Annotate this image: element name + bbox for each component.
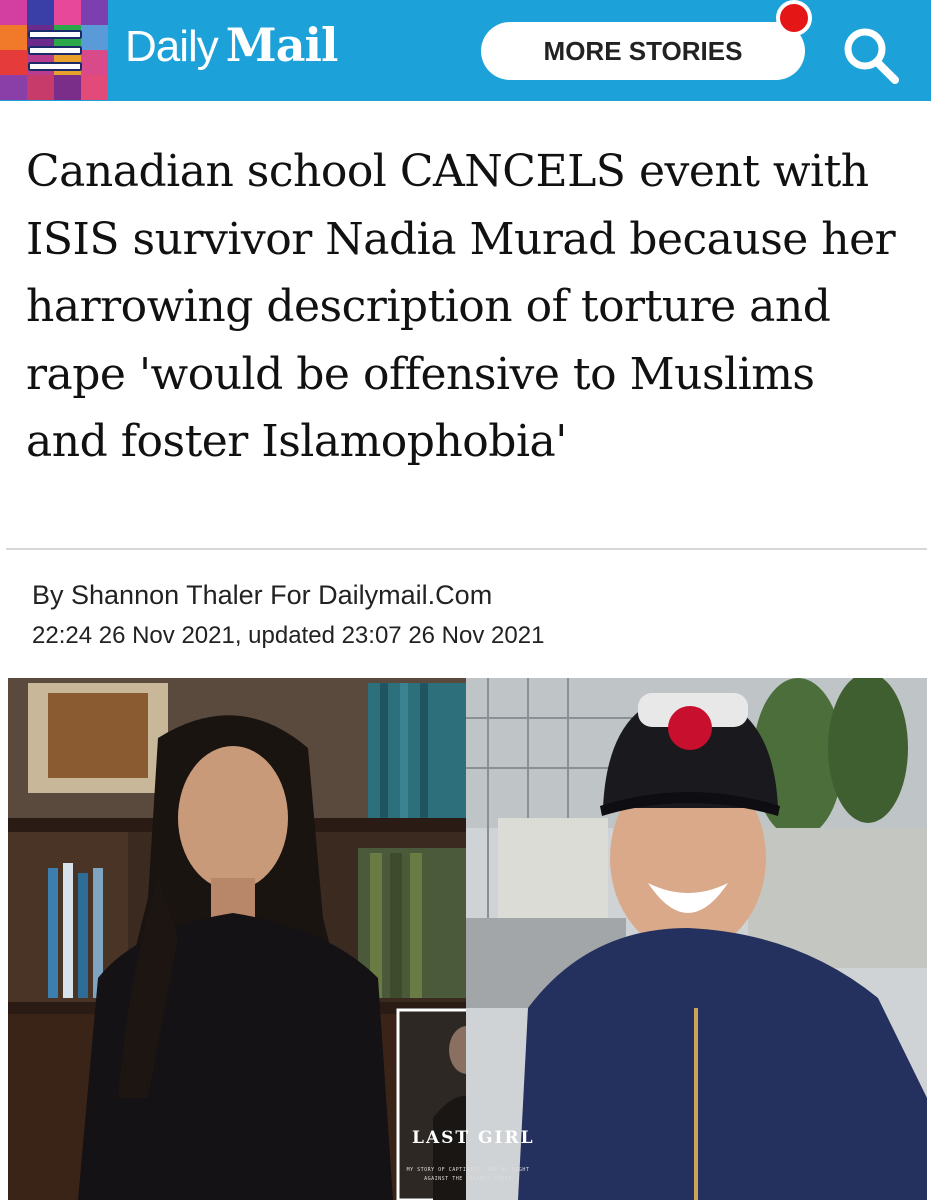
divider — [6, 548, 927, 550]
notification-dot — [776, 0, 812, 36]
more-stories-button[interactable]: MORE STORIES — [481, 22, 805, 80]
top-header-bar: Daily Mail MORE STORIES — [0, 0, 931, 101]
article-dateline: 22:24 26 Nov 2021, updated 23:07 26 Nov … — [32, 622, 545, 649]
logo-mail-text: Mail — [225, 18, 339, 72]
article-headline[interactable]: Canadian school CANCELS event with ISIS … — [26, 138, 906, 476]
daily-mail-logo[interactable]: Daily Mail — [125, 18, 339, 80]
menu-icon[interactable] — [28, 30, 82, 72]
logo-daily-text: Daily — [125, 22, 219, 71]
book-cover-title: LAST GIRL — [412, 1128, 535, 1148]
article-byline[interactable]: By Shannon Thaler For Dailymail.Com — [32, 580, 492, 611]
search-icon[interactable] — [840, 24, 902, 84]
book-cover-subtitle: MY STORY OF CAPTIVITY, AND MY FIGHT AGAI… — [406, 1167, 530, 1182]
hero-image-drawing — [8, 678, 927, 1200]
article-hero-image[interactable] — [8, 678, 927, 1200]
